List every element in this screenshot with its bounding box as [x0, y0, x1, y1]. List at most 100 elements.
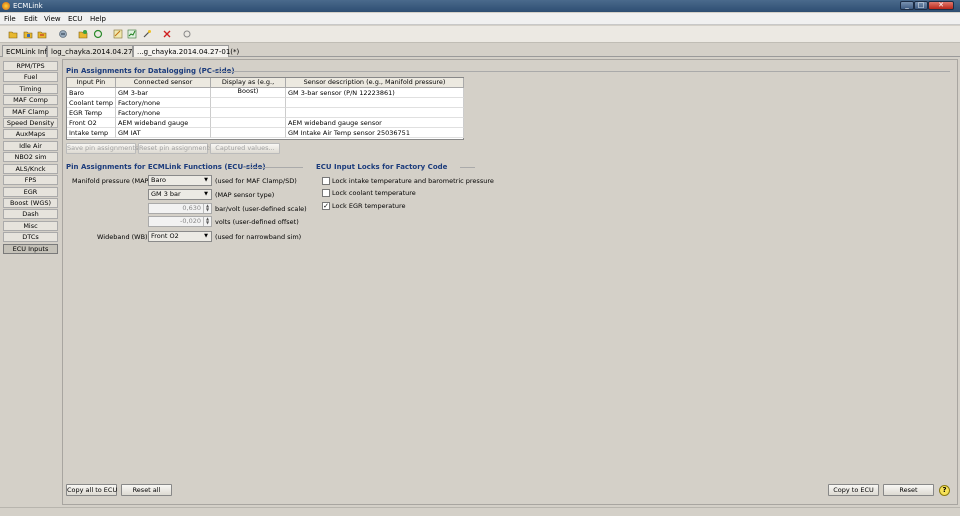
sidebar-item-rpm-tps[interactable]: RPM/TPS: [3, 61, 58, 71]
offset-stepper[interactable]: -0,020 ▲ ▼: [148, 216, 212, 227]
datalog-section-title: Pin Assignments for Datalogging (PC-side…: [66, 67, 235, 75]
locks-section-title: ECU Input Locks for Factory Code: [316, 163, 448, 171]
table-cell[interactable]: AEM wideband gauge sensor: [286, 118, 464, 128]
refresh-icon[interactable]: [93, 29, 103, 39]
table-cell[interactable]: [211, 128, 286, 138]
column-header-input-pin[interactable]: Input Pin: [67, 78, 116, 88]
pin-assignment-table: Input Pin Connected sensor Display as (e…: [66, 77, 464, 140]
wideband-select[interactable]: Front O2 ▼: [148, 231, 212, 242]
tab-ecmlink-info[interactable]: ECMLink Info: [2, 45, 51, 57]
delete-icon[interactable]: [162, 29, 172, 39]
table-cell[interactable]: GM 3-bar: [116, 88, 211, 98]
map-select[interactable]: Baro ▼: [148, 175, 212, 186]
sensor-type-note: (MAP sensor type): [215, 191, 275, 199]
reset-all-button[interactable]: Reset all: [121, 484, 172, 496]
chart-icon[interactable]: [127, 29, 137, 39]
save-icon[interactable]: [23, 29, 33, 39]
table-cell: EGR Temp: [67, 108, 116, 118]
table-cell[interactable]: Factory/none: [116, 98, 211, 108]
sidebar-item-maf-comp[interactable]: MAF Comp: [3, 95, 58, 105]
table-cell[interactable]: GM 3-bar sensor (P/N 12223861): [286, 88, 464, 98]
table-cell[interactable]: [211, 98, 286, 108]
divider: [215, 71, 950, 72]
sidebar-item-timing[interactable]: Timing: [3, 84, 58, 94]
lock-egr-label: Lock EGR temperature: [332, 202, 406, 210]
window-title: ECMLink: [13, 2, 43, 10]
table-cell[interactable]: GM IAT: [116, 128, 211, 138]
sidebar-item-dash[interactable]: Dash: [3, 209, 58, 219]
copy-all-to-ecu-button[interactable]: Copy all to ECU: [66, 484, 117, 496]
help-icon[interactable]: ?: [939, 485, 950, 496]
lock-coolant-checkbox[interactable]: [322, 189, 330, 197]
lock-intake-baro-checkbox[interactable]: [322, 177, 330, 185]
table-cell[interactable]: AEM wideband gauge: [116, 118, 211, 128]
status-bar: [0, 507, 960, 516]
sidebar-item-ecu-inputs[interactable]: ECU Inputs: [3, 244, 58, 254]
table-cell[interactable]: Factory/none: [116, 108, 211, 118]
sidebar-item-boost[interactable]: Boost (WGS): [3, 198, 58, 208]
sidebar-item-fps[interactable]: FPS: [3, 175, 58, 185]
menu-file[interactable]: File: [4, 15, 16, 23]
wideband-value: Front O2: [151, 232, 179, 240]
stepper-arrows-icon[interactable]: ▲ ▼: [203, 204, 211, 213]
stepper-arrows-icon[interactable]: ▲ ▼: [203, 217, 211, 226]
table-cell[interactable]: GM Intake Air Temp sensor 25036751: [286, 128, 464, 138]
menu-edit[interactable]: Edit: [24, 15, 38, 23]
table-cell[interactable]: [211, 118, 286, 128]
open-folder-icon[interactable]: [8, 29, 18, 39]
table-cell[interactable]: [286, 98, 464, 108]
edit-icon[interactable]: [113, 29, 123, 39]
table-cell: Baro: [67, 88, 116, 98]
sidebar-item-egr[interactable]: EGR: [3, 187, 58, 197]
lock-intake-baro-label: Lock intake temperature and barometric p…: [332, 177, 494, 185]
map-note: (used for MAF Clamp/SD): [215, 177, 297, 185]
maximize-button[interactable]: □: [914, 1, 928, 10]
wideband-note: (used for narrowband sim): [215, 233, 302, 241]
sidebar-item-idle-air[interactable]: Idle Air: [3, 141, 58, 151]
table-cell[interactable]: [211, 88, 286, 98]
reset-button[interactable]: Reset: [883, 484, 934, 496]
menu-ecu[interactable]: ECU: [68, 15, 82, 23]
wideband-label: Wideband (WB):: [97, 233, 150, 241]
sidebar-item-als-knck[interactable]: ALS/Knck: [3, 164, 58, 174]
sensor-type-value: GM 3 bar: [151, 190, 181, 198]
map-sensor-type-select[interactable]: GM 3 bar ▼: [148, 189, 212, 200]
connect-icon[interactable]: [58, 29, 68, 39]
reload-icon[interactable]: [182, 29, 192, 39]
captured-values-button[interactable]: Captured values...: [210, 143, 280, 154]
add-icon[interactable]: [78, 29, 88, 39]
menu-view[interactable]: View: [44, 15, 61, 23]
save-as-icon[interactable]: [37, 29, 47, 39]
column-header-sensor-description[interactable]: Sensor description (e.g., Manifold press…: [286, 78, 464, 88]
toolbar: [0, 26, 960, 43]
table-cell[interactable]: [211, 108, 286, 118]
map-select-value: Baro: [151, 176, 166, 184]
minimize-button[interactable]: _: [900, 1, 914, 10]
sidebar-item-nbo2-sim[interactable]: NBO2 sim: [3, 152, 58, 162]
scale-stepper[interactable]: 0,630 ▲ ▼: [148, 203, 212, 214]
sidebar-item-speed-density[interactable]: Speed Density: [3, 118, 58, 128]
close-button[interactable]: ✕: [928, 1, 954, 10]
sidebar-item-fuel[interactable]: Fuel: [3, 72, 58, 82]
table-cell[interactable]: [286, 108, 464, 118]
menu-bar: File Edit View ECU Help: [0, 13, 960, 25]
sidebar-item-misc[interactable]: Misc: [3, 221, 58, 231]
copy-to-ecu-button[interactable]: Copy to ECU: [828, 484, 879, 496]
tab-log-2[interactable]: ...g_chayka.2014.04.27-01(*): [133, 45, 239, 57]
lock-egr-checkbox[interactable]: ✓: [322, 202, 330, 210]
sidebar-item-dtcs[interactable]: DTCs: [3, 232, 58, 242]
table-cell: Coolant temp: [67, 98, 116, 108]
lock-coolant-label: Lock coolant temperature: [332, 189, 416, 197]
divider: [243, 167, 303, 168]
sidebar-item-maf-clamp[interactable]: MAF Clamp: [3, 107, 58, 117]
wand-icon[interactable]: [142, 29, 152, 39]
divider: [460, 167, 475, 168]
reset-pin-assignments-button[interactable]: Reset pin assignments: [138, 143, 213, 154]
tab-log-1[interactable]: log_chayka.2014.04.27-01': [47, 45, 146, 57]
sidebar-item-auxmaps[interactable]: AuxMaps: [3, 129, 58, 139]
map-label: Manifold pressure (MAP):: [72, 177, 154, 185]
column-header-connected-sensor[interactable]: Connected sensor: [116, 78, 211, 88]
column-header-display-as[interactable]: Display as (e.g., Boost): [211, 78, 286, 95]
save-pin-assignments-button[interactable]: Save pin assignments: [66, 143, 138, 154]
menu-help[interactable]: Help: [90, 15, 106, 23]
